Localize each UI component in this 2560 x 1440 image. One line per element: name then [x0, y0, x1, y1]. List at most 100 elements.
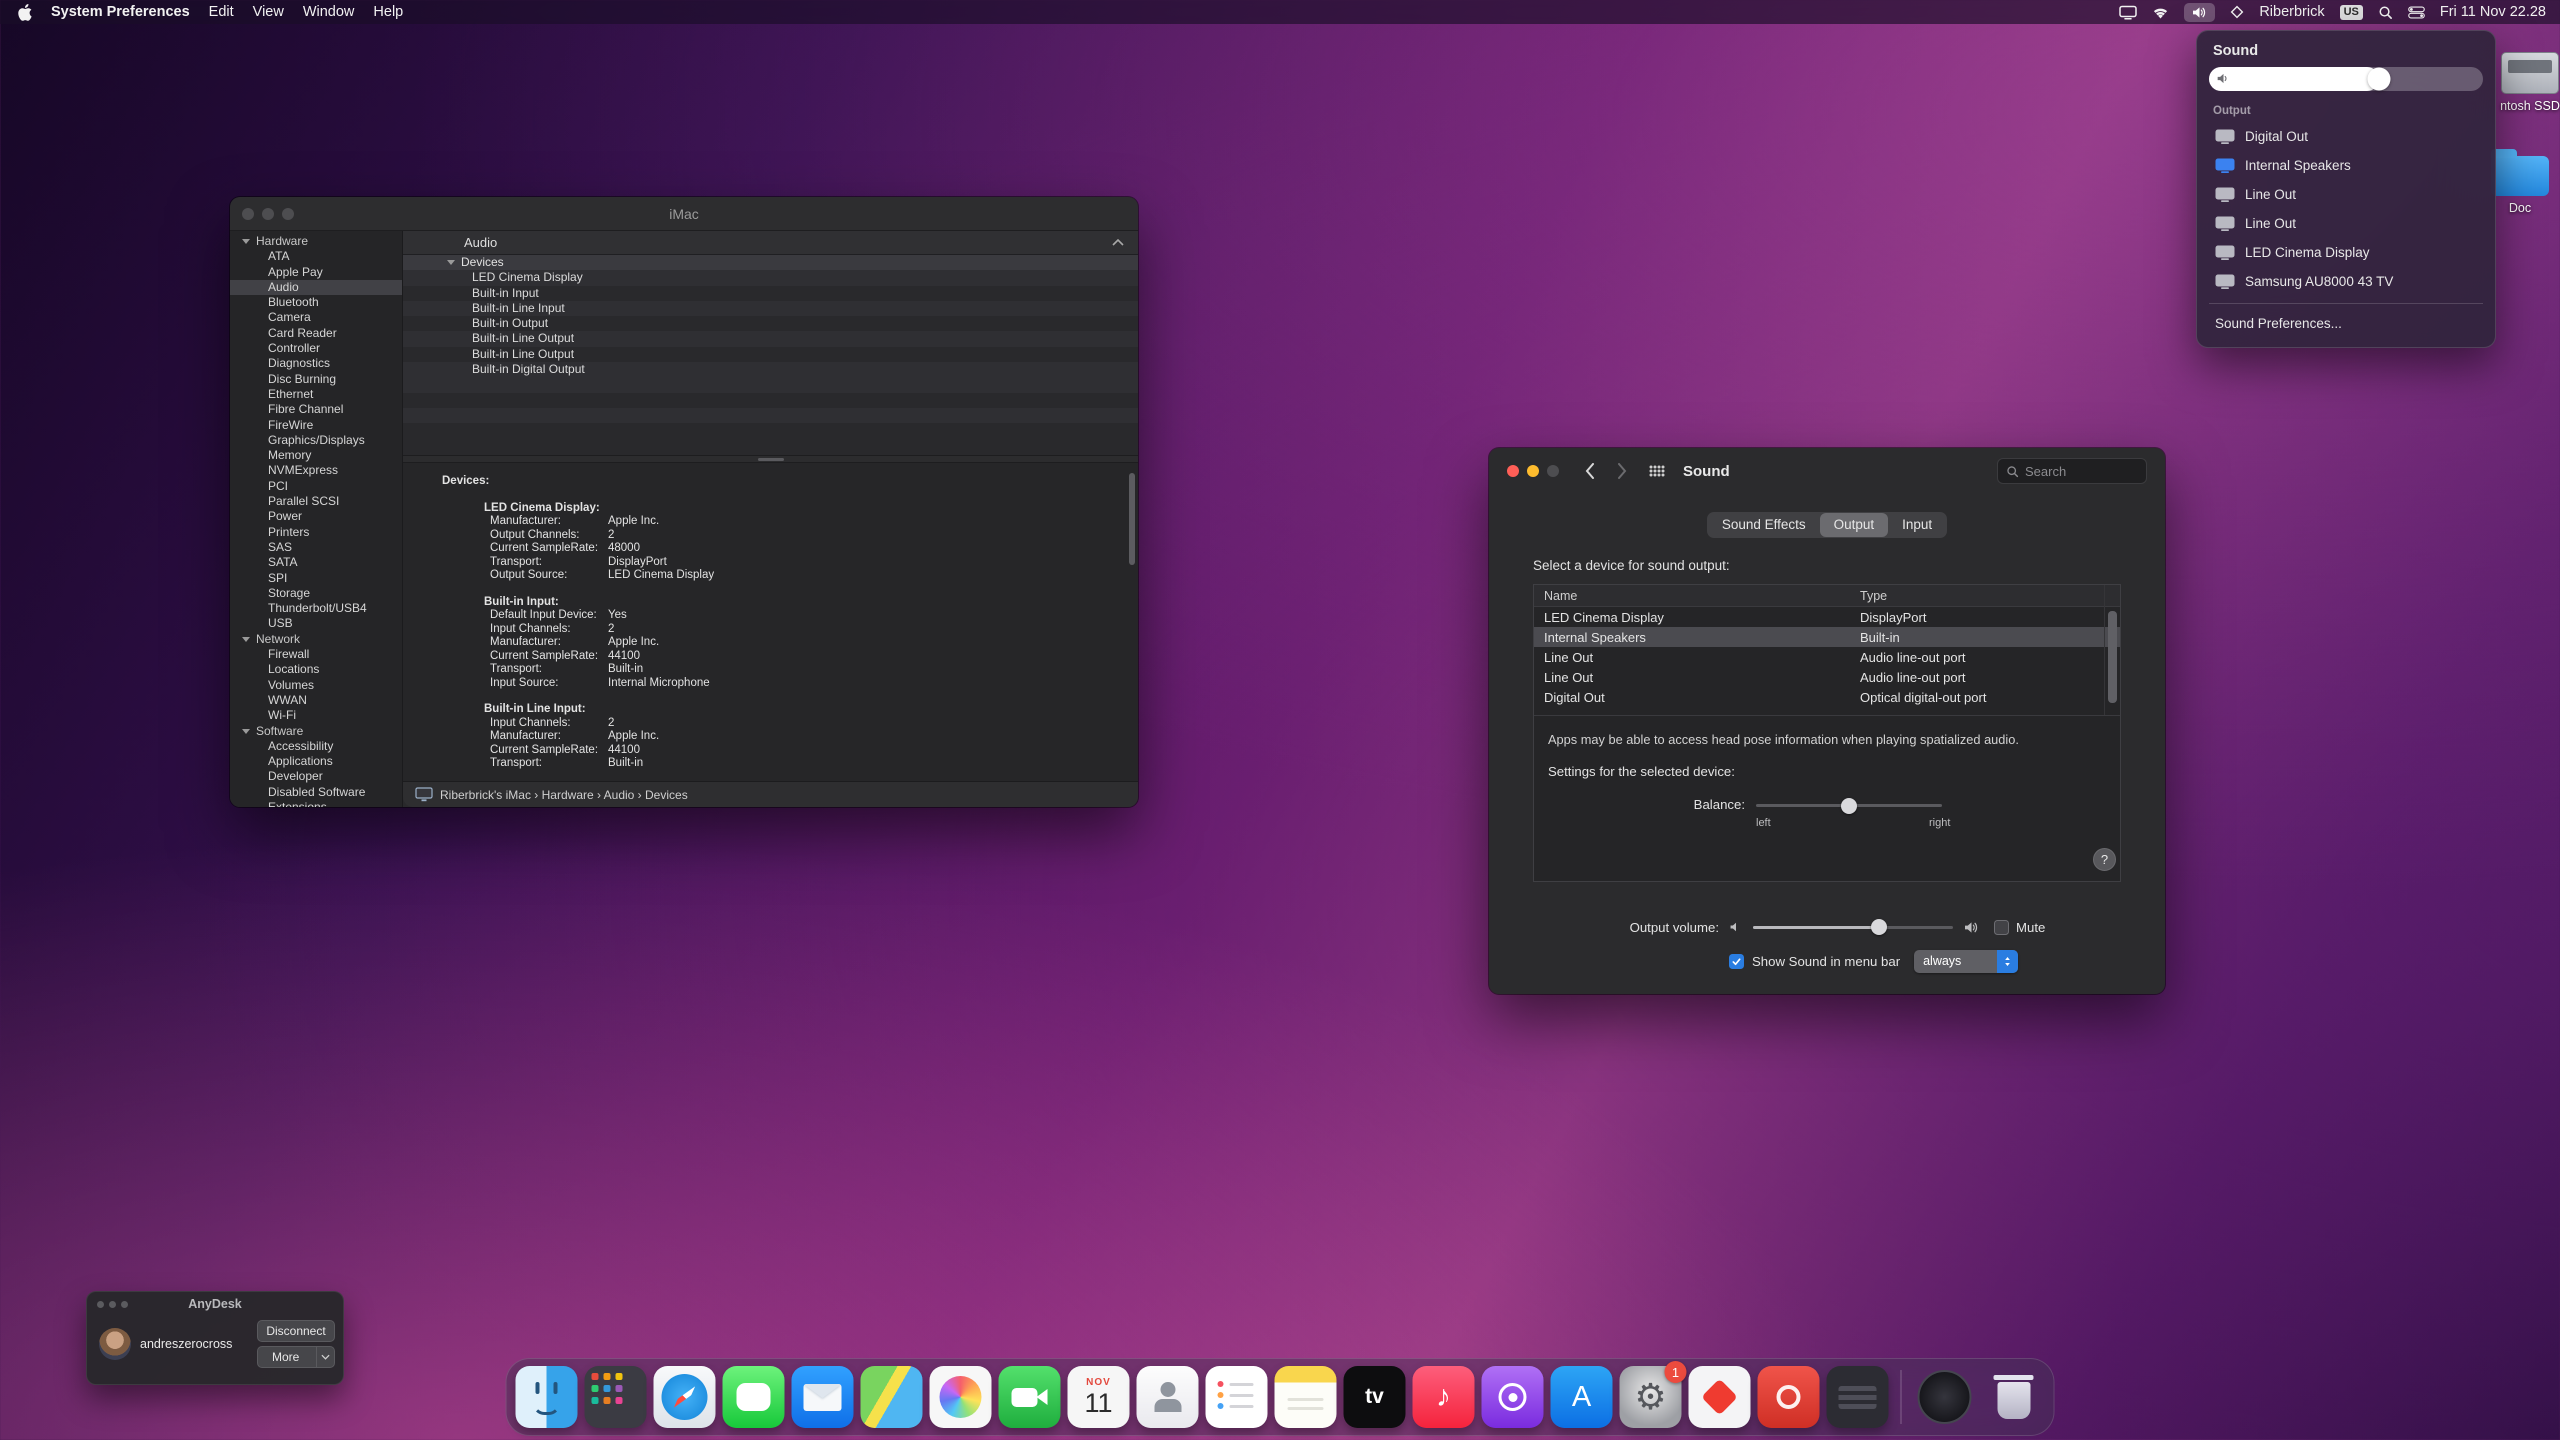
sidebar-item[interactable]: WWAN: [230, 693, 402, 708]
minimize-button[interactable]: [1527, 465, 1539, 477]
device-row[interactable]: LED Cinema Display: [403, 270, 1138, 285]
chevron-down-icon[interactable]: [316, 1347, 334, 1367]
anydesk-menubar-icon[interactable]: [2230, 5, 2244, 19]
window-control-dots[interactable]: [97, 1301, 128, 1308]
sidebar-item[interactable]: Locations: [230, 662, 402, 677]
menu-item[interactable]: Help: [373, 4, 403, 20]
trash-icon[interactable]: [1983, 1366, 2045, 1428]
notes-dock-icon[interactable]: [1275, 1366, 1337, 1428]
device-row[interactable]: Built-in Line Input: [403, 301, 1138, 316]
menu-item[interactable]: Edit: [209, 4, 234, 20]
sidebar-item[interactable]: USB: [230, 616, 402, 631]
devices-group-row[interactable]: Devices: [403, 255, 1138, 270]
fast-user-switch-name[interactable]: Riberbrick: [2259, 4, 2324, 20]
launchpad-dock-icon[interactable]: [585, 1366, 647, 1428]
search-field[interactable]: Search: [1997, 458, 2147, 484]
wifi-icon[interactable]: [2152, 6, 2169, 19]
show-sound-in-menu-bar-checkbox[interactable]: [1729, 954, 1744, 969]
disclosure-triangle-icon[interactable]: [242, 239, 250, 244]
finder-dock-icon[interactable]: [516, 1366, 578, 1428]
reminders-dock-icon[interactable]: [1206, 1366, 1268, 1428]
output-device-menu-item[interactable]: Samsung AU8000 43 TV: [2209, 267, 2483, 296]
safari-dock-icon[interactable]: [654, 1366, 716, 1428]
sidebar-item[interactable]: SPI: [230, 571, 402, 586]
tab-sound-effects[interactable]: Sound Effects: [1708, 513, 1820, 537]
menu-bar-frequency-dropdown[interactable]: always: [1914, 950, 2018, 973]
control-center-icon[interactable]: [2408, 6, 2425, 19]
device-table-row[interactable]: Digital Out Optical digital-out port: [1534, 687, 2120, 707]
sidebar-item[interactable]: Graphics/Displays: [230, 433, 402, 448]
disclosure-triangle-icon[interactable]: [242, 637, 250, 642]
disconnect-button[interactable]: Disconnect: [257, 1320, 335, 1342]
device-row[interactable]: Built-in Line Output: [403, 331, 1138, 346]
messages-dock-icon[interactable]: [723, 1366, 785, 1428]
sidebar-item[interactable]: Controller: [230, 341, 402, 356]
output-device-menu-item[interactable]: Internal Speakers: [2209, 151, 2483, 180]
sidebar-item[interactable]: Extensions: [230, 800, 402, 807]
sidebar-item[interactable]: Parallel SCSI: [230, 494, 402, 509]
tab-input[interactable]: Input: [1888, 513, 1946, 537]
menu-item[interactable]: Window: [303, 4, 355, 20]
sidebar-item[interactable]: Thunderbolt/USB4: [230, 601, 402, 616]
system-preferences-dock-icon[interactable]: ⚙ 1: [1620, 1366, 1682, 1428]
sidebar-item[interactable]: PCI: [230, 479, 402, 494]
disclosure-triangle-icon[interactable]: [447, 260, 455, 265]
mail-dock-icon[interactable]: [792, 1366, 854, 1428]
output-volume-slider[interactable]: [1753, 926, 1953, 929]
music-dock-icon[interactable]: ♪: [1413, 1366, 1475, 1428]
anydesk-dock-icon[interactable]: [1689, 1366, 1751, 1428]
output-device-menu-item[interactable]: Digital Out: [2209, 122, 2483, 151]
pane-splitter[interactable]: [403, 455, 1138, 463]
photos-dock-icon[interactable]: [930, 1366, 992, 1428]
device-row[interactable]: Built-in Line Output: [403, 347, 1138, 362]
output-device-menu-item[interactable]: LED Cinema Display: [2209, 238, 2483, 267]
more-button[interactable]: More: [257, 1346, 335, 1368]
menu-bar-clock[interactable]: Fri 11 Nov 22.28: [2440, 4, 2546, 20]
red-app-dock-icon[interactable]: [1758, 1366, 1820, 1428]
column-type[interactable]: Type: [1860, 589, 2120, 603]
contacts-dock-icon[interactable]: [1137, 1366, 1199, 1428]
sidebar-item[interactable]: Printers: [230, 525, 402, 540]
volume-slider-thumb[interactable]: [1871, 919, 1887, 935]
device-table-row[interactable]: Line Out Audio line-out port: [1534, 647, 2120, 667]
sidebar-item[interactable]: Diagnostics: [230, 356, 402, 371]
active-app-name[interactable]: System Preferences: [51, 4, 190, 20]
forward-button[interactable]: [1617, 463, 1627, 479]
mute-checkbox[interactable]: [1994, 920, 2009, 935]
show-all-grid-icon[interactable]: [1649, 465, 1665, 477]
sidebar-section-hardware[interactable]: Hardware: [230, 234, 402, 249]
sidebar-item[interactable]: SAS: [230, 540, 402, 555]
scrollbar-thumb[interactable]: [2108, 611, 2117, 703]
back-button[interactable]: [1585, 463, 1595, 479]
help-button[interactable]: ?: [2093, 848, 2116, 871]
sidebar-item[interactable]: NVMExpress: [230, 463, 402, 478]
sidebar-item[interactable]: Power: [230, 509, 402, 524]
app-store-dock-icon[interactable]: A: [1551, 1366, 1613, 1428]
device-row[interactable]: Built-in Output: [403, 316, 1138, 331]
sidebar-item[interactable]: Storage: [230, 586, 402, 601]
sidebar-item[interactable]: SATA: [230, 555, 402, 570]
balance-slider-thumb[interactable]: [1841, 798, 1857, 814]
menu-volume-slider[interactable]: [2209, 67, 2483, 91]
device-row[interactable]: Built-in Digital Output: [403, 362, 1138, 377]
device-table-row[interactable]: Line Out Audio line-out port: [1534, 667, 2120, 687]
sidebar-section-software[interactable]: Software: [230, 724, 402, 739]
sidebar-item[interactable]: Disabled Software: [230, 785, 402, 800]
window-titlebar[interactable]: iMac: [230, 197, 1138, 231]
screen-mirroring-icon[interactable]: [2119, 5, 2137, 20]
sidebar-section-network[interactable]: Network: [230, 632, 402, 647]
input-source-badge[interactable]: US: [2340, 5, 2363, 20]
zoom-button[interactable]: [1547, 465, 1559, 477]
sidebar-item[interactable]: Camera: [230, 310, 402, 325]
sidebar-item[interactable]: Fibre Channel: [230, 402, 402, 417]
maps-dock-icon[interactable]: [861, 1366, 923, 1428]
sidebar-item[interactable]: Apple Pay: [230, 265, 402, 280]
sidebar-item[interactable]: Volumes: [230, 678, 402, 693]
desktop-icon-macintosh-ssd[interactable]: ntosh SSD: [2492, 52, 2560, 113]
calendar-dock-icon[interactable]: NOV 11: [1068, 1366, 1130, 1428]
apple-tv-dock-icon[interactable]: tv: [1344, 1366, 1406, 1428]
sound-preferences-link[interactable]: Sound Preferences...: [2209, 311, 2483, 336]
sidebar-item[interactable]: Ethernet: [230, 387, 402, 402]
sidebar-item[interactable]: Audio: [230, 280, 402, 295]
column-name[interactable]: Name: [1534, 589, 1860, 603]
